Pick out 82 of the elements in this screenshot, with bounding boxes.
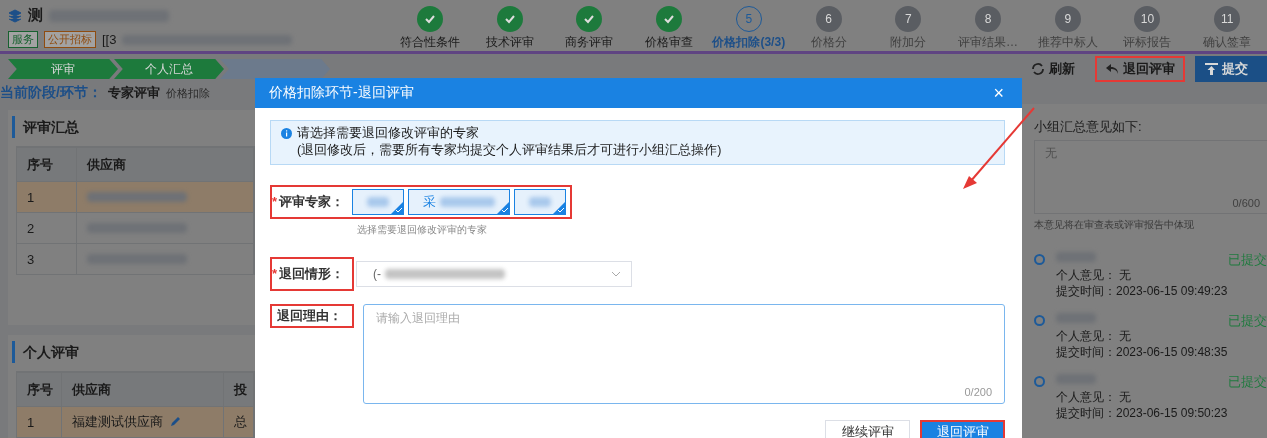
return-arrow-icon — [1105, 63, 1119, 75]
required-mark: * — [272, 266, 278, 281]
pencil-icon[interactable] — [169, 416, 181, 428]
step-label[interactable]: 价格分 — [810, 34, 847, 51]
redacted-block — [440, 197, 495, 207]
alert-text: (退回修改后，需要所有专家均提交个人评审结果后才可进行小组汇总操作) — [297, 142, 723, 159]
timeline-dot — [1034, 376, 1045, 387]
step-label[interactable]: 技术评审 — [485, 34, 534, 51]
upload-icon — [1205, 63, 1218, 75]
refresh-icon — [1031, 63, 1045, 75]
submit-time: 提交时间：2023-06-15 09:48:35 — [1056, 345, 1229, 360]
opinion-text: 个人意见： 无 — [1056, 268, 1133, 283]
step-label[interactable]: 确认签章 — [1203, 34, 1252, 51]
submit-time: 提交时间：2023-06-15 09:49:23 — [1056, 284, 1229, 299]
expert-option[interactable]: 采 — [408, 189, 510, 215]
step-label[interactable]: 价格扣除(3/3) — [712, 34, 786, 51]
tag: 服务 — [8, 31, 38, 48]
step-number: 9 — [1064, 12, 1072, 26]
table-row[interactable]: 1 福建测试供应商 总 — [17, 406, 254, 437]
close-button[interactable]: × — [993, 82, 1004, 104]
redacted-block — [529, 197, 551, 207]
step-label[interactable]: 推荐中标人 — [1037, 34, 1098, 51]
table-cell: 1 — [17, 407, 62, 437]
opinion-text: 个人意见： 无 — [1056, 390, 1133, 405]
status-text: 已提交 — [1228, 252, 1267, 267]
table-row[interactable]: 1 — [17, 181, 254, 212]
step-number: 8 — [984, 12, 992, 26]
situation-select[interactable]: (- — [356, 261, 632, 287]
step-label[interactable]: 价格审查 — [645, 34, 694, 51]
check-icon — [497, 202, 509, 214]
step-number: 5 — [745, 12, 753, 26]
expert-option[interactable] — [352, 189, 404, 215]
table-cell: 总 — [224, 407, 254, 437]
redacted-block — [367, 197, 389, 207]
step-label[interactable]: 符合性条件 — [399, 34, 460, 51]
status-text: 已提交 — [1228, 313, 1267, 328]
field-label: *评审专家： — [272, 193, 346, 211]
field-hint: 选择需要退回修改评审的专家 — [357, 223, 488, 237]
reason-field[interactable]: 请输入退回理由 0/200 — [363, 304, 1005, 404]
step-label[interactable]: 商务评审 — [565, 34, 614, 51]
check-icon — [553, 202, 565, 214]
flow-step: 个人汇总 — [114, 59, 224, 79]
table-row[interactable]: 3 — [17, 243, 254, 274]
return-review-button[interactable]: 退回评审 — [920, 420, 1005, 438]
required-mark: * — [272, 194, 278, 209]
phase-stage: 专家评审 — [107, 84, 160, 102]
chevron-down-icon — [611, 271, 621, 277]
status-text: 已提交 — [1228, 374, 1267, 389]
layers-icon — [8, 8, 22, 23]
expert-name: 采 — [423, 193, 436, 211]
table-row[interactable]: 2 — [17, 212, 254, 243]
step-label[interactable]: 附加分 — [890, 34, 927, 51]
continue-review-button[interactable]: 继续评审 — [825, 420, 910, 438]
flow-step: 评审 — [8, 59, 118, 79]
step-number: 11 — [1220, 12, 1234, 26]
expert-option[interactable] — [514, 189, 566, 215]
step-number: 6 — [825, 12, 832, 26]
opinion-label: 小组汇总意见如下: — [1034, 118, 1143, 136]
timeline-dot — [1034, 315, 1045, 326]
submit-time: 提交时间：2023-06-15 09:50:23 — [1056, 406, 1229, 421]
refresh-button[interactable]: 刷新 — [1021, 56, 1085, 82]
info-icon — [281, 128, 292, 139]
supplier-name: 福建测试供应商 — [72, 413, 163, 431]
timeline-dot — [1034, 254, 1045, 265]
field-label: *退回情形： — [272, 265, 346, 283]
project-code: [[3 — [102, 32, 117, 47]
submit-button[interactable]: 提交 — [1195, 56, 1267, 82]
check-icon — [391, 202, 403, 214]
project-title: 测 — [28, 6, 43, 25]
phase-label: 当前阶段/环节： — [0, 84, 102, 102]
alert-title: 请选择需要退回修改评审的专家 — [297, 125, 480, 142]
field-label: 退回理由： — [276, 307, 343, 325]
step-number: 7 — [904, 12, 912, 26]
opinion-text: 个人意见： 无 — [1056, 329, 1133, 344]
return-review-button[interactable]: 退回评审 — [1095, 56, 1185, 82]
step-label[interactable]: 评标报告 — [1123, 34, 1172, 51]
step-number: 10 — [1140, 12, 1155, 26]
step-label[interactable]: 评审结果… — [958, 34, 1018, 51]
phase-step: 价格扣除 — [165, 86, 210, 101]
tag: 公开招标 — [44, 31, 96, 48]
table-cell: 3 — [17, 244, 77, 274]
dialog-title: 价格扣除环节-退回评审 — [269, 84, 414, 102]
